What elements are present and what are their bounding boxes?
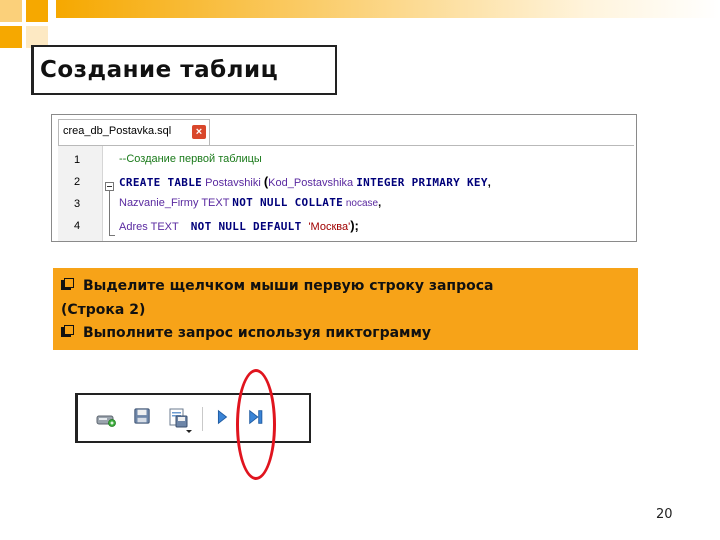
sql-punct: ); [350,218,359,233]
instruction-text: Выделите щелчком мыши первую строку запр… [83,278,494,294]
code-line[interactable]: 2 CREATE TABLE Postavshiki (Kod_Postavsh… [58,171,634,193]
bullet-box-icon [61,325,74,338]
sql-punct: , [378,197,382,209]
editor-tabstrip: crea_db_Postavka.sql × [58,119,634,146]
code-content: Adres TEXT NOT NULL DEFAULT 'Москва'); [119,218,359,233]
highlight-ellipse [236,369,276,480]
instruction-text: Выполните запрос используя пиктограмму [83,325,432,341]
instruction-text: (Строка 2) [61,302,146,318]
save-as-icon[interactable] [168,407,194,435]
editor-tab[interactable]: crea_db_Postavka.sql × [58,119,210,145]
sql-punct: , [487,177,491,189]
sql-editor-screenshot: crea_db_Postavka.sql × 1 --Создание перв… [51,114,637,242]
sql-keyword: CREATE TABLE [119,176,203,189]
instruction-continuation: (Строка 2) [61,302,145,318]
tab-label: crea_db_Postavka.sql [63,125,172,137]
code-line[interactable]: 1 --Создание первой таблицы [58,149,634,171]
code-content: CREATE TABLE Postavshiki (Kod_Postavshik… [119,174,491,189]
sql-comment: --Создание первой таблицы [119,153,262,165]
sql-keyword: NOT NULL DEFAULT [190,220,309,233]
line-number: 3 [74,198,81,210]
save-icon[interactable] [132,407,152,425]
sql-keyword: INTEGER PRIMARY KEY [356,176,488,189]
sql-identifier: Nazvanie_Firmy [119,197,199,209]
toolbar-dots [231,413,235,425]
line-number: 2 [74,176,81,188]
sql-identifier: Adres [119,221,148,233]
sql-identifier: TEXT [147,221,191,233]
code-content: Nazvanie_Firmy TEXT NOT NULL COLLATE noc… [119,196,381,209]
close-icon[interactable]: × [192,125,206,139]
sql-identifier: TEXT [198,197,233,209]
execute-icon[interactable] [212,408,232,426]
bullet-box-icon [61,278,74,291]
instruction-item: Выполните запрос используя пиктограмму [61,325,431,341]
slide-title: Создание таблиц [40,57,279,83]
sql-identifier: Kod_Postavshika [268,177,357,189]
instruction-item: Выделите щелчком мыши первую строку запр… [61,278,493,294]
sql-identifier: nocase [343,198,379,209]
code-content: --Создание первой таблицы [119,153,262,165]
new-db-icon[interactable] [96,409,116,427]
line-number: 4 [74,220,81,232]
instruction-panel: Выделите щелчком мыши первую строку запр… [53,268,638,350]
top-gradient-bar [56,0,720,18]
code-line[interactable]: 4 Adres TEXT NOT NULL DEFAULT 'Москва'); [58,215,634,237]
toolbar-separator [202,407,203,431]
code-line[interactable]: 3 Nazvanie_Firmy TEXT NOT NULL COLLATE n… [58,193,634,215]
line-number: 1 [74,154,81,166]
sql-string: 'Москва' [308,221,351,233]
sql-identifier: Postavshiki [202,177,264,189]
sql-keyword: NOT NULL COLLATE [232,196,344,209]
code-area[interactable]: 1 --Создание первой таблицы 2 CREATE TAB… [58,146,634,241]
title-box: Создание таблиц [31,45,337,95]
page-number: 20 [656,507,673,522]
